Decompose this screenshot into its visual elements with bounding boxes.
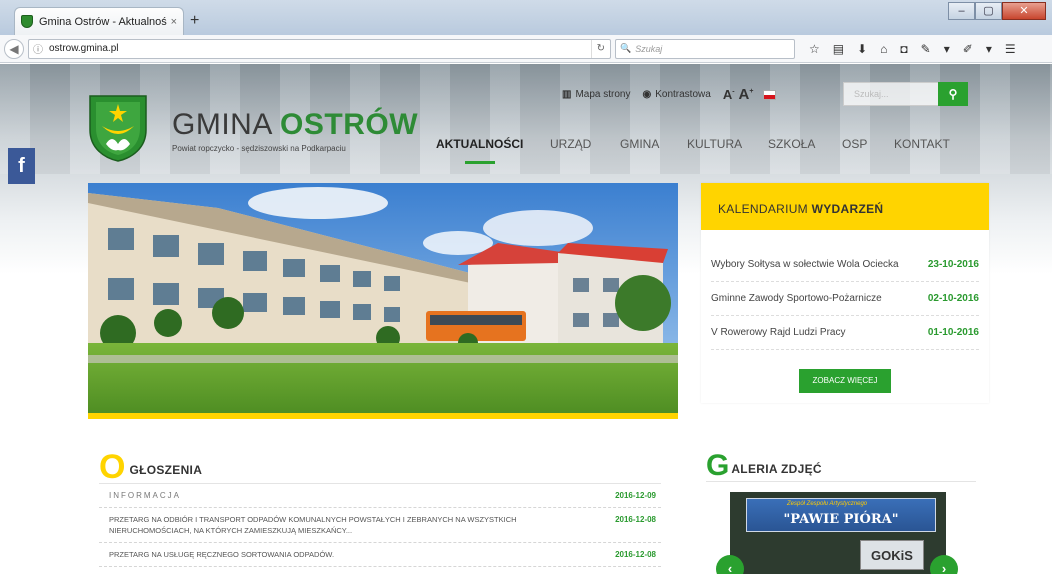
tools-icon[interactable]: ✐ [963,42,973,56]
download-icon[interactable]: ⬇ [857,42,867,56]
announcements-section: O GŁOSZENIA INFORMACJA 2016-12-09 PRZETAR… [99,446,661,567]
browser-search-input[interactable]: 🔍 Szukaj [615,38,795,59]
see-more-button[interactable]: ZOBACZ WIĘCEJ [799,369,891,393]
calendar-event[interactable]: Wybory Sołtysa w sołectwie Wola Ociecka 2… [711,248,979,282]
site-search-input[interactable]: Szukaj... [843,82,939,106]
gallery-photo[interactable]: Zespół Zespołu Artystycznego "PAWIE PIÓRA… [730,492,946,574]
gallery-sign-gokis: GOKiS [860,540,924,570]
bookmark-star-icon[interactable]: ☆ [809,42,820,56]
nav-gmina[interactable]: GMINA [620,137,659,151]
address-bar[interactable]: ⓘ ostrow.gmina.pl ↻ [28,38,611,59]
calendar-title-bold: WYDARZEŃ [811,202,884,216]
browser-toolbar: ◀ ⓘ ostrow.gmina.pl ↻ 🔍 Szukaj ☆ ▤ ⬇ ⌂ ◘… [0,35,1052,63]
eye-icon[interactable]: ◉ [642,89,651,100]
polish-flag-icon[interactable] [763,89,777,100]
gallery-title-rest: ALERIA ZDJĘĆ [731,462,822,476]
new-tab-button[interactable]: + [190,12,199,30]
brand-ostrow: OSTRÓW [280,108,419,141]
event-name[interactable]: Wybory Sołtysa w sołectwie Wola Ociecka [711,259,899,270]
gallery-next-button[interactable]: › [930,555,958,574]
minimize-button[interactable]: – [948,2,975,20]
font-large-label: A [738,86,750,103]
nav-kultura[interactable]: KULTURA [687,137,742,151]
announcement-date: 2016-12-09 [615,491,656,500]
pocket-icon[interactable]: ◘ [900,42,907,56]
map-icon[interactable]: ▥ [562,89,571,100]
announcement-row[interactable]: PRZETARG NA USŁUGĘ RĘCZNEGO SORTOWANIA O… [99,543,661,567]
web-page: f GMINA OSTRÓW Powiat ropczycko - sędzis… [0,64,1052,574]
site-search-button[interactable]: ⚲ [938,82,968,106]
font-decrease-button[interactable]: A- [723,87,735,102]
nav-szkola[interactable]: SZKOŁA [768,137,815,151]
event-date: 02-10-2016 [927,293,979,304]
tab-bar: Gmina Ostrów - Aktualności × + – ▢ ✕ [0,0,1052,35]
reading-list-icon[interactable]: ▤ [833,42,844,56]
announcement-text[interactable]: INFORMACJA [109,490,549,501]
events-calendar: KALENDARIUM WYDARZEŃ Wybory Sołtysa w so… [701,183,989,403]
tab-close-icon[interactable]: × [171,16,177,28]
url-text[interactable]: ostrow.gmina.pl [49,43,591,54]
browser-search-placeholder: Szukaj [635,43,663,54]
event-date: 01-10-2016 [927,327,979,338]
announcement-text[interactable]: PRZETARG NA USŁUGĘ RĘCZNEGO SORTOWANIA O… [109,549,549,560]
announcement-text[interactable]: PRZETARG NA ODBIÓR I TRANSPORT ODPADÓW K… [109,514,549,536]
nav-active-indicator [465,161,495,164]
home-icon[interactable]: ⌂ [880,42,887,56]
browser-window: Gmina Ostrów - Aktualności × + – ▢ ✕ ◀ ⓘ… [0,0,1052,574]
calendar-event[interactable]: V Rowerowy Rajd Ludzi Pracy 01-10-2016 [711,316,979,350]
font-small-label: A [722,87,733,102]
announcement-row[interactable]: PRZETARG NA ODBIÓR I TRANSPORT ODPADÓW K… [99,508,661,543]
event-name[interactable]: Gminne Zawody Sportowo-Pożarnicze [711,293,882,304]
gallery-sign-text: "PAWIE PIÓRA" [783,512,899,527]
gallery-section: G ALERIA ZDJĘĆ Zespół Zespołu Artystyczn… [706,446,976,574]
brand-subtitle: Powiat ropczycko - sędziszowski na Podka… [172,144,346,153]
extension-icon[interactable]: ✎ [921,42,931,56]
brand-gmina: GMINA [172,108,272,141]
site-favicon-icon [21,15,33,28]
sitemap-link[interactable]: Mapa strony [575,89,630,100]
facebook-icon[interactable]: f [8,148,35,184]
announcements-title-rest: GŁOSZENIA [129,463,203,477]
gallery-sign: Zespół Zespołu Artystycznego "PAWIE PIÓRA… [746,498,936,532]
announcements-title-initial: O [99,448,126,486]
nav-aktualnosci[interactable]: AKTUALNOŚCI [436,137,523,151]
dropdown-icon[interactable]: ▾ [986,42,992,56]
nav-urzad[interactable]: URZĄD [550,137,591,151]
gallery-title: G ALERIA ZDJĘĆ [706,446,976,482]
menu-icon[interactable]: ☰ [1005,42,1016,56]
maximize-button[interactable]: ▢ [975,2,1002,20]
hero-photo[interactable] [88,183,678,419]
reload-icon[interactable]: ↻ [590,39,610,58]
browser-tab[interactable]: Gmina Ostrów - Aktualności × [14,7,184,35]
dropdown-icon[interactable]: ▾ [944,42,950,56]
search-icon: 🔍 [620,43,632,53]
gallery-sign-small: Zespół Zespołu Artystycznego [787,501,868,507]
accessibility-tools: ▥ Mapa strony ◉ Kontrastowa A- A+ [562,86,777,103]
calendar-event[interactable]: Gminne Zawody Sportowo-Pożarnicze 02-10-2… [711,282,979,316]
nav-osp[interactable]: OSP [842,137,867,151]
calendar-event-list: Wybory Sołtysa w sołectwie Wola Ociecka 2… [701,248,989,350]
toolbar-icons: ☆ ▤ ⬇ ⌂ ◘ ✎ ▾ ✐ ▾ ☰ [809,42,1016,56]
font-increase-button[interactable]: A+ [739,86,754,103]
announcement-date: 2016-12-08 [615,550,656,559]
tab-title: Gmina Ostrów - Aktualności [39,15,167,28]
calendar-title: KALENDARIUM WYDARZEŃ [701,183,989,230]
window-controls: – ▢ ✕ [948,2,1046,20]
announcements-title: O GŁOSZENIA [99,446,661,484]
announcement-row[interactable]: INFORMACJA 2016-12-09 [99,484,661,508]
gallery-title-initial: G [706,449,730,482]
contrast-link[interactable]: Kontrastowa [655,89,711,100]
back-button[interactable]: ◀ [4,38,24,59]
announcement-date: 2016-12-08 [615,515,656,524]
close-window-button[interactable]: ✕ [1002,2,1046,20]
site-brand-name[interactable]: GMINA OSTRÓW [172,108,418,142]
event-date: 23-10-2016 [927,259,979,270]
calendar-title-light: KALENDARIUM [718,202,812,216]
event-name[interactable]: V Rowerowy Rajd Ludzi Pracy [711,327,846,338]
nav-kontakt[interactable]: KONTAKT [894,137,950,151]
coat-of-arms-logo[interactable] [88,94,148,162]
site-info-icon[interactable]: ⓘ [33,41,43,56]
